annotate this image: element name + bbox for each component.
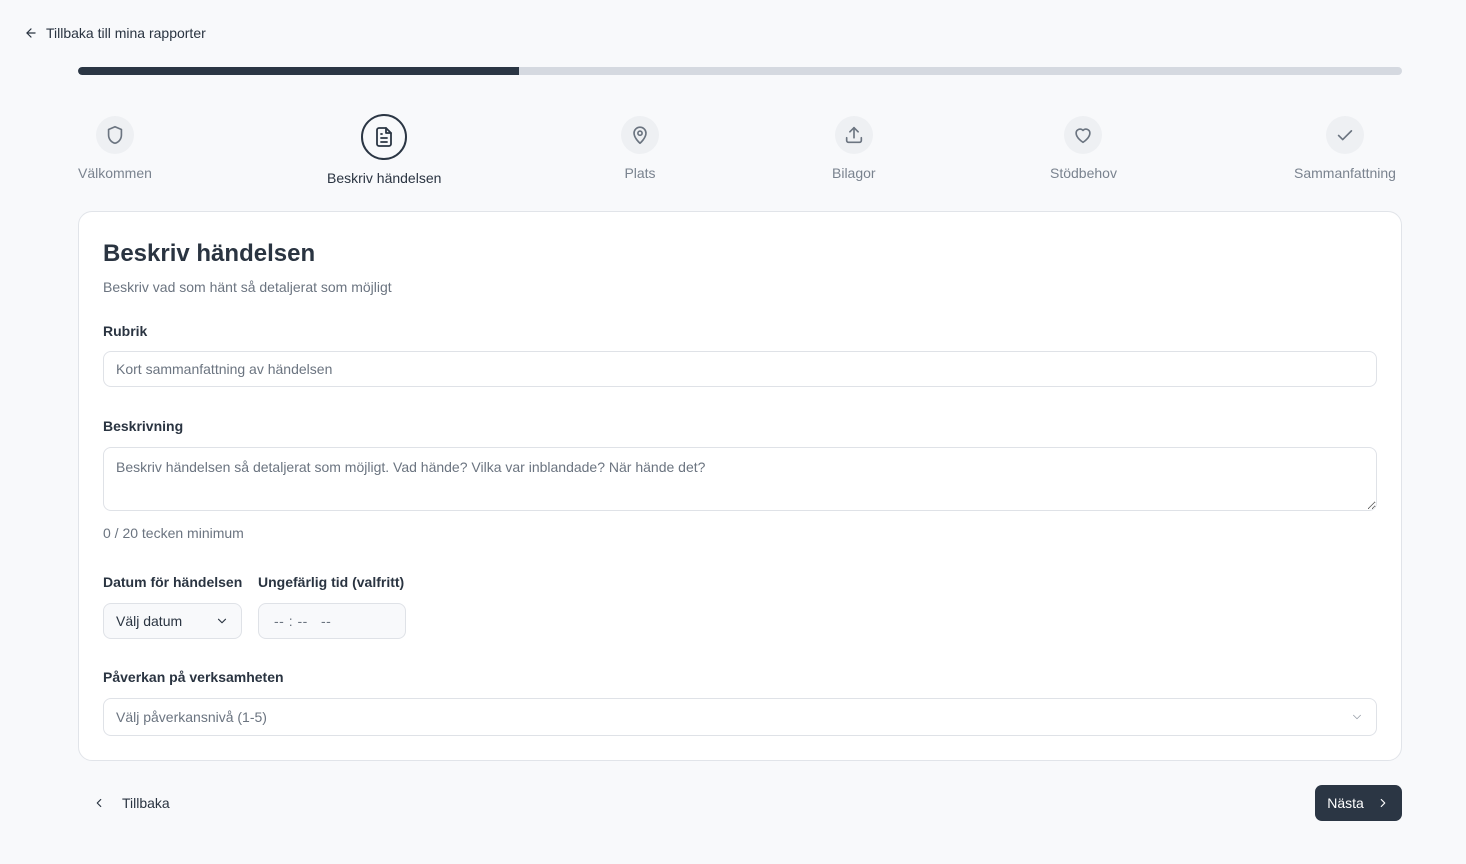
progress-bar-fill — [78, 67, 519, 75]
back-to-reports-link[interactable]: Tillbaka till mina rapporter — [24, 25, 206, 41]
upload-icon — [845, 126, 862, 144]
next-button[interactable]: Nästa — [1315, 785, 1402, 821]
arrow-left-icon — [26, 28, 36, 38]
step-label: Sammanfattning — [1294, 165, 1396, 181]
step-icon-circle — [1325, 116, 1364, 154]
impact-level-select[interactable]: Välj påverkansnivå (1-5) — [103, 698, 1377, 736]
step-beskriv-handelsen[interactable]: Beskriv händelsen — [327, 114, 441, 186]
datum-label: Datum för händelsen — [103, 574, 243, 590]
step-icon-circle — [95, 116, 134, 154]
map-pin-icon — [633, 126, 647, 145]
time-input[interactable]: -- : -- -- — [258, 603, 406, 639]
step-sammanfattning[interactable]: Sammanfattning — [1294, 116, 1396, 181]
rubrik-input[interactable] — [103, 351, 1377, 387]
heart-icon — [1075, 128, 1092, 144]
step-label: Stödbehov — [1050, 165, 1117, 181]
time-input-value: -- : -- -- — [274, 613, 332, 629]
shield-icon — [107, 125, 123, 145]
step-icon-circle — [834, 116, 873, 154]
step-icon-circle — [1064, 116, 1103, 154]
beskrivning-textarea[interactable] — [103, 447, 1377, 511]
chevron-right-icon — [1380, 798, 1386, 808]
step-label: Välkommen — [78, 165, 152, 181]
check-icon — [1337, 130, 1353, 141]
beskrivning-label: Beskrivning — [103, 418, 184, 434]
progress-bar — [78, 67, 1402, 75]
back-button[interactable]: Tillbaka — [86, 785, 176, 821]
form-card: Beskriv händelsen Beskriv vad som hänt s… — [78, 211, 1402, 761]
paverkan-label: Påverkan på verksamheten — [103, 669, 284, 685]
date-picker-button[interactable]: Välj datum — [103, 603, 242, 639]
back-to-reports-label: Tillbaka till mina rapporter — [46, 25, 206, 41]
document-icon — [376, 127, 393, 147]
back-button-label: Tillbaka — [122, 795, 170, 811]
chevron-left-icon — [96, 798, 102, 808]
step-bilagor[interactable]: Bilagor — [832, 116, 876, 181]
rubrik-label: Rubrik — [103, 323, 148, 339]
step-icon-circle — [361, 114, 408, 160]
step-label: Beskriv händelsen — [327, 170, 442, 186]
chevron-down-icon — [217, 618, 227, 624]
step-stodbehov[interactable]: Stödbehov — [1050, 116, 1117, 181]
page-title: Beskriv händelsen — [103, 240, 316, 267]
date-picker-value: Välj datum — [116, 613, 183, 629]
step-label: Plats — [624, 165, 656, 181]
step-plats[interactable]: Plats — [621, 116, 659, 181]
character-counter: 0 / 20 tecken minimum — [103, 525, 244, 541]
chevron-down-icon — [1353, 714, 1361, 720]
next-button-label: Nästa — [1327, 795, 1364, 811]
step-label: Bilagor — [832, 165, 876, 181]
step-icon-circle — [621, 116, 659, 154]
page-subtitle: Beskriv vad som hänt så detaljerat som m… — [103, 279, 392, 295]
step-valkommen[interactable]: Välkommen — [78, 116, 152, 181]
tid-label: Ungefärlig tid (valfritt) — [258, 574, 405, 590]
impact-level-placeholder: Välj påverkansnivå (1-5) — [116, 709, 267, 725]
